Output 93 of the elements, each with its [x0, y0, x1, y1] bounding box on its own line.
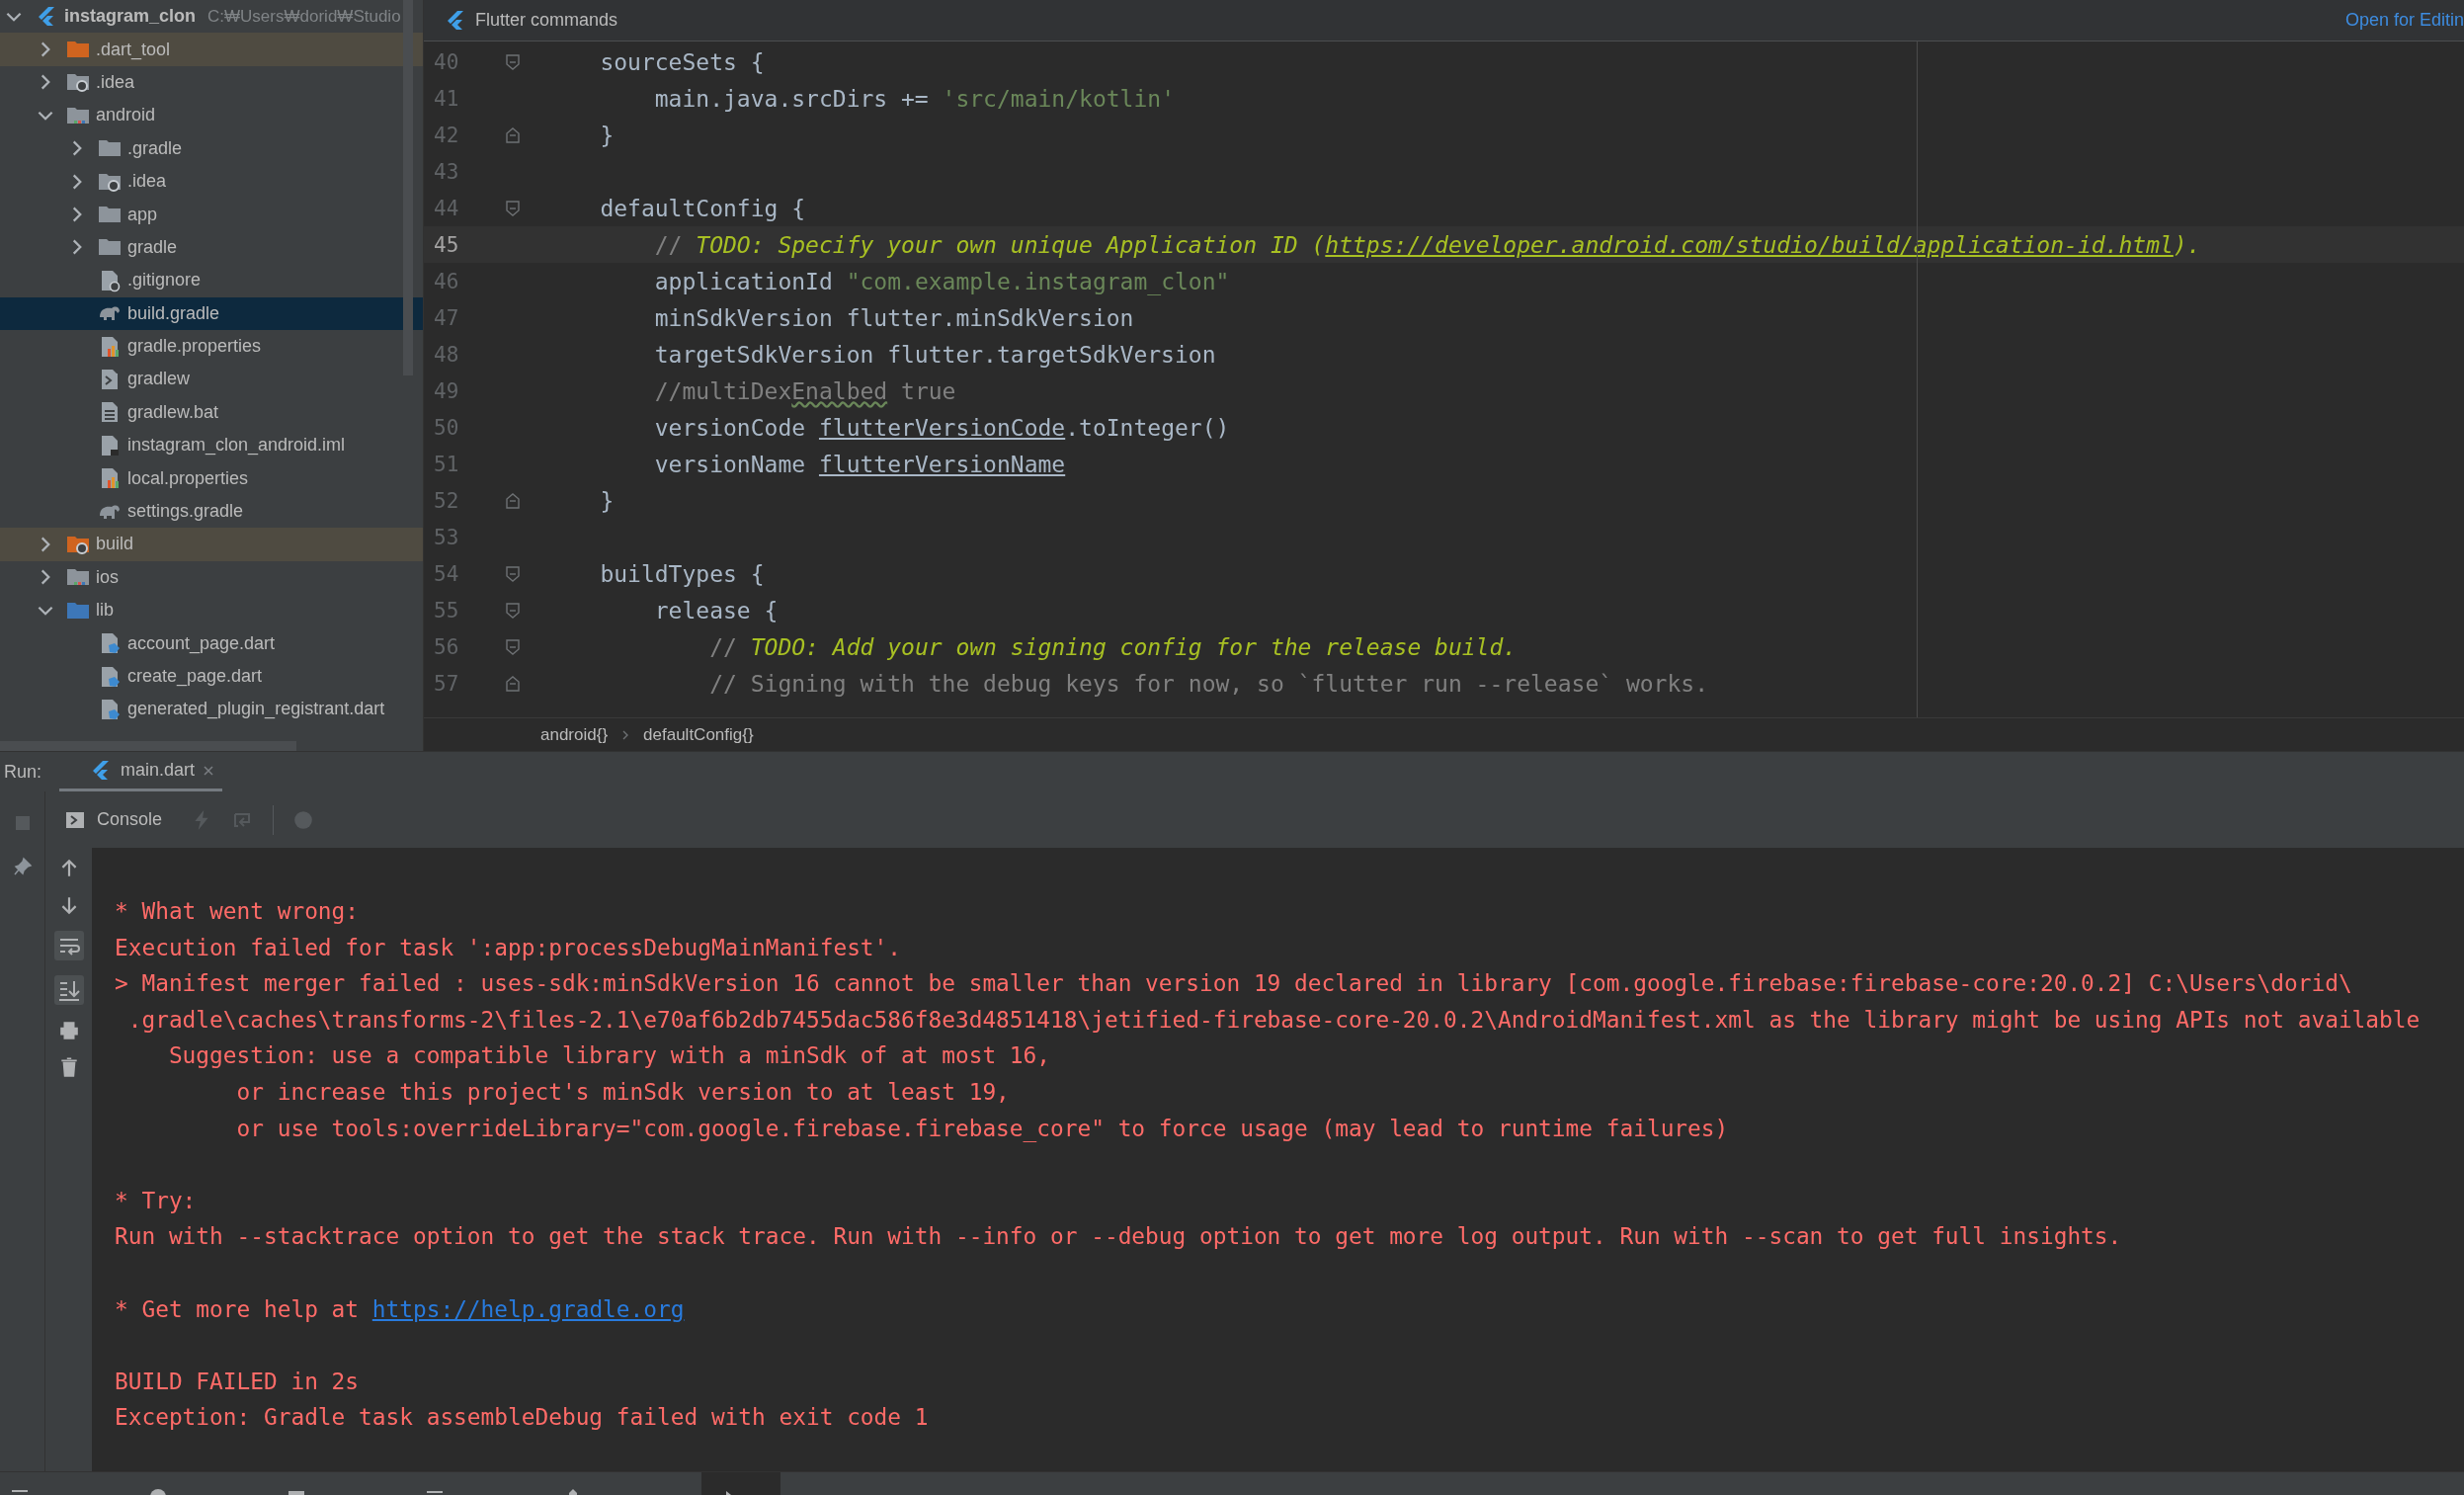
- tree-item[interactable]: generated_plugin_registrant.dart: [0, 693, 423, 726]
- code-line: //multiDexEnalbed true: [653, 377, 956, 404]
- line-number: 45: [434, 232, 460, 257]
- console-line: or increase this project's minSdk version to at least 19,: [235, 1077, 1011, 1107]
- fold-icon[interactable]: [505, 565, 520, 582]
- console-line: Execution failed for task ':app:processDebugMainManifest'.: [115, 933, 903, 962]
- separator-icon: [621, 728, 630, 741]
- line-number: 42: [434, 123, 460, 147]
- fold-icon[interactable]: [505, 675, 520, 692]
- code-line: // Signing with the debug keys for now, so `flutter run --release` works.: [708, 670, 1708, 697]
- pin-icon[interactable]: [12, 857, 33, 876]
- tree-item[interactable]: .dart_tool: [0, 33, 423, 66]
- console-line: * What went wrong:: [115, 897, 361, 926]
- console-line: * Get more help at https://help.gradle.org: [115, 1294, 686, 1324]
- code-line: defaultConfig {: [599, 195, 806, 221]
- code-line: }: [599, 122, 615, 148]
- help-link[interactable]: https://help.gradle.org: [371, 1295, 685, 1322]
- tree-item[interactable]: account_page.dart: [0, 626, 423, 660]
- code-line: main.java.srcDirs += 'src/main/kotlin': [653, 85, 1175, 112]
- tree-item[interactable]: build: [0, 528, 423, 561]
- code-line: // TODO: Specify your own unique Application ID (https://developer.android.com/studio/build/application-id.html).: [653, 231, 2201, 258]
- tree-item[interactable]: gradlew.bat: [0, 395, 423, 430]
- tree-item[interactable]: ios: [0, 560, 423, 595]
- fold-icon[interactable]: [505, 200, 520, 216]
- tree-item[interactable]: .gitignore: [0, 264, 423, 297]
- scrollbar[interactable]: [403, 0, 413, 375]
- code-line: versionName flutterVersionName: [653, 451, 1066, 477]
- breadcrumb[interactable]: defaultConfig{}: [643, 724, 754, 745]
- line-number: 44: [434, 196, 460, 220]
- line-number: 40: [434, 49, 460, 74]
- tree-item[interactable]: settings.gradle: [0, 494, 423, 529]
- close-icon[interactable]: [203, 764, 215, 777]
- line-number: 46: [434, 269, 460, 293]
- line-number: 50: [434, 415, 460, 440]
- console-line: or use tools:overrideLibrary="com.google.firebase.firebase_core" to force usage (may lead to runtime failures): [235, 1114, 1730, 1144]
- console-line: Exception: Gradle task assembleDebug failed with exit code 1: [115, 1403, 930, 1433]
- fold-icon[interactable]: [505, 638, 520, 655]
- code-line: targetSdkVersion flutter.targetSdkVersion: [653, 341, 1216, 368]
- code-line: buildTypes {: [599, 560, 765, 587]
- print-icon[interactable]: [57, 1020, 80, 1041]
- console-line: * Try:: [115, 1186, 198, 1215]
- console-line: > Manifest merger failed : uses-sdk:minSdkVersion 16 cannot be smaller than version 19 declared in library [com.google.firebase:firebase-core:20.0.2] C:\Users\dorid\: [115, 969, 2353, 999]
- line-number: 49: [434, 378, 460, 403]
- wrap-icon[interactable]: [53, 931, 84, 960]
- line-number: 57: [434, 671, 460, 696]
- console-line: Run with --stacktrace option to get the stack trace. Run with --info or --debug option to get more log output. Run with --scan to get full insights.: [115, 1222, 2123, 1252]
- tree-item[interactable]: app: [0, 198, 423, 231]
- tree-item[interactable]: gradle.properties: [0, 329, 423, 364]
- line-number: 51: [434, 452, 460, 476]
- fold-icon[interactable]: [505, 492, 520, 509]
- line-number: 47: [434, 305, 460, 330]
- tree-item[interactable]: .idea: [0, 65, 423, 100]
- code-line: minSdkVersion flutter.minSdkVersion: [653, 304, 1134, 331]
- tree-item[interactable]: android: [0, 99, 423, 132]
- tree-item[interactable]: lib: [0, 594, 423, 627]
- scroll-to-end-icon[interactable]: [53, 975, 84, 1005]
- console-line: .gradle\caches\transforms-2\files-2.1\e70af6b2db7455dac586f8e3d4851418\jetified-firebase-core-20.0.2\AndroidManifest.xml as the library might be using APIs not available: [126, 1005, 2422, 1035]
- scrollbar[interactable]: [0, 741, 296, 751]
- tree-item[interactable]: instagram_clon_android.iml: [0, 429, 423, 462]
- tree-item[interactable]: .gradle: [0, 131, 423, 165]
- console-line: BUILD FAILED in 2s: [115, 1367, 361, 1396]
- tree-item[interactable]: gradlew: [0, 363, 423, 396]
- open-for-editing-link[interactable]: Open for Editin: [2344, 10, 2464, 31]
- line-number: 56: [434, 634, 460, 659]
- run-label: Run:: [4, 761, 42, 783]
- line-number: 55: [434, 598, 460, 623]
- tree-item[interactable]: gradle: [0, 230, 423, 265]
- tree-item[interactable]: local.properties: [0, 461, 423, 495]
- code-line: release {: [653, 597, 779, 623]
- fold-icon[interactable]: [505, 602, 520, 619]
- tree-item[interactable]: instagram_clon C:₩Users₩dorid₩Studio: [0, 0, 423, 34]
- project-name: instagram_clon: [64, 6, 197, 28]
- fold-icon[interactable]: [505, 53, 520, 70]
- line-number: 54: [434, 561, 460, 586]
- banner-title: Flutter commands: [475, 10, 618, 31]
- console-line: Suggestion: use a compatible library with a minSdk of at most 16,: [167, 1041, 1052, 1071]
- tree-item[interactable]: .idea: [0, 164, 423, 199]
- project-path: C:₩Users₩dorid₩Studio: [207, 6, 401, 27]
- line-number: 52: [434, 488, 460, 513]
- line-number: 41: [434, 86, 460, 111]
- line-number: 48: [434, 342, 460, 367]
- tree-item[interactable]: create_page.dart: [0, 659, 423, 694]
- code-line: versionCode flutterVersionCode.toInteger(): [653, 414, 1230, 441]
- code-line: applicationId "com.example.instagram_clon": [653, 268, 1230, 294]
- code-line: sourceSets {: [599, 48, 765, 75]
- tree-item[interactable]: build.gradle: [0, 296, 423, 330]
- console-tab[interactable]: Console: [65, 809, 163, 830]
- line-number: 43: [434, 159, 460, 184]
- code-line: }: [599, 487, 615, 514]
- breadcrumb[interactable]: android{}: [540, 724, 609, 745]
- fold-icon[interactable]: [505, 126, 520, 143]
- line-number: 53: [434, 525, 460, 549]
- code-line: // TODO: Add your own signing config for the release build.: [708, 633, 1518, 660]
